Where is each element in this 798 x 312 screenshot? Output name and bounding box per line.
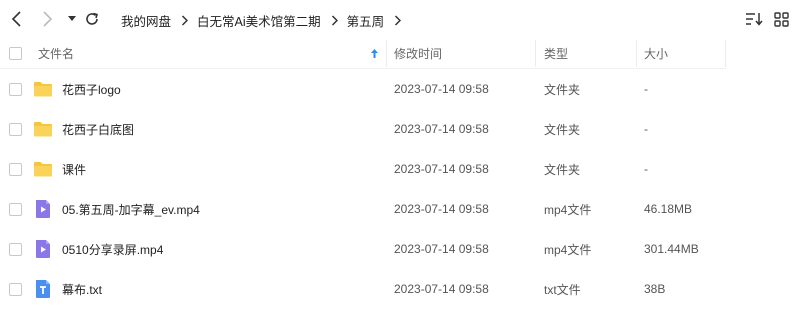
sort-button[interactable] [744,9,764,29]
file-row[interactable]: 0510分享录屏.mp4 2023-07-14 09:58 mp4文件 301.… [0,229,798,269]
folder-icon [33,119,53,139]
breadcrumb-item[interactable]: 第五周 [347,11,385,30]
file-modified: 2023-07-14 09:58 [394,122,489,136]
file-type: 文件夹 [544,162,581,177]
file-modified: 2023-07-14 09:58 [394,82,489,96]
caret-down-icon [68,16,76,21]
refresh-button[interactable] [82,8,102,30]
file-type: mp4文件 [544,242,592,257]
history-dropdown-button[interactable] [62,8,82,30]
breadcrumb: 我的网盘 白无常Ai美术馆第二期 第五周 [121,11,410,30]
column-divider [386,40,387,67]
file-row[interactable]: 幕布.txt 2023-07-14 09:58 txt文件 38B [0,269,798,309]
grid-view-icon [773,11,789,27]
back-button[interactable] [7,8,27,30]
file-size: - [644,82,648,96]
file-size: - [644,122,648,136]
refresh-icon [86,12,98,25]
file-type: 文件夹 [544,82,581,97]
file-name: 幕布.txt [62,282,103,297]
file-name: 花西子logo [62,82,121,97]
file-type: txt文件 [544,282,581,297]
column-divider [725,40,726,67]
file-name: 05.第五周-加字幕_ev.mp4 [62,202,200,217]
select-all-checkbox[interactable] [9,47,22,60]
file-row[interactable]: 05.第五周-加字幕_ev.mp4 2023-07-14 09:58 mp4文件… [0,189,798,229]
file-modified: 2023-07-14 09:58 [394,242,489,256]
file-modified: 2023-07-14 09:58 [394,202,489,216]
file-row[interactable]: 花西子logo 2023-07-14 09:58 文件夹 - [0,69,798,109]
column-divider [535,40,536,67]
row-checkbox[interactable] [9,283,22,296]
file-type: 文件夹 [544,122,581,137]
file-size: 38B [644,282,666,296]
chevron-right-icon [181,15,189,26]
forward-button[interactable] [37,8,57,30]
file-size: - [644,162,648,176]
file-type: mp4文件 [544,202,592,217]
file-row[interactable]: 课件 2023-07-14 09:58 文件夹 - [0,149,798,189]
chevron-right-icon [394,15,402,26]
row-checkbox[interactable] [9,243,22,256]
breadcrumb-item[interactable]: 白无常Ai美术馆第二期 [197,11,321,30]
column-header-name[interactable]: 文件名 [38,38,74,69]
file-name: 花西子白底图 [62,122,135,137]
row-checkbox[interactable] [9,163,22,176]
video-file-icon [33,199,53,219]
chevron-right-icon [43,11,53,27]
file-size: 301.44MB [644,242,699,256]
column-header-modified[interactable]: 修改时间 [394,38,442,69]
file-modified: 2023-07-14 09:58 [394,282,489,296]
video-file-icon [33,239,53,259]
row-checkbox[interactable] [9,123,22,136]
file-modified: 2023-07-14 09:58 [394,162,489,176]
column-divider [636,40,637,67]
file-row[interactable]: 花西子白底图 2023-07-14 09:58 文件夹 - [0,109,798,149]
text-file-icon [33,279,53,299]
row-checkbox[interactable] [9,203,22,216]
sort-icon [746,13,763,26]
sort-ascending-icon[interactable] [370,38,379,69]
row-checkbox[interactable] [9,83,22,96]
chevron-left-icon [11,11,21,27]
folder-icon [33,159,53,179]
view-mode-button[interactable] [771,9,791,29]
file-name: 0510分享录屏.mp4 [62,242,164,257]
column-header: 文件名 修改时间 类型 大小 [0,38,798,69]
column-header-size[interactable]: 大小 [644,38,668,69]
breadcrumb-item[interactable]: 我的网盘 [121,11,171,30]
folder-icon [33,79,53,99]
file-name: 课件 [62,162,87,177]
chevron-right-icon [331,15,338,26]
file-size: 46.18MB [644,202,693,216]
column-header-type[interactable]: 类型 [544,38,568,69]
toolbar: 我的网盘 白无常Ai美术馆第二期 第五周 [0,0,798,38]
